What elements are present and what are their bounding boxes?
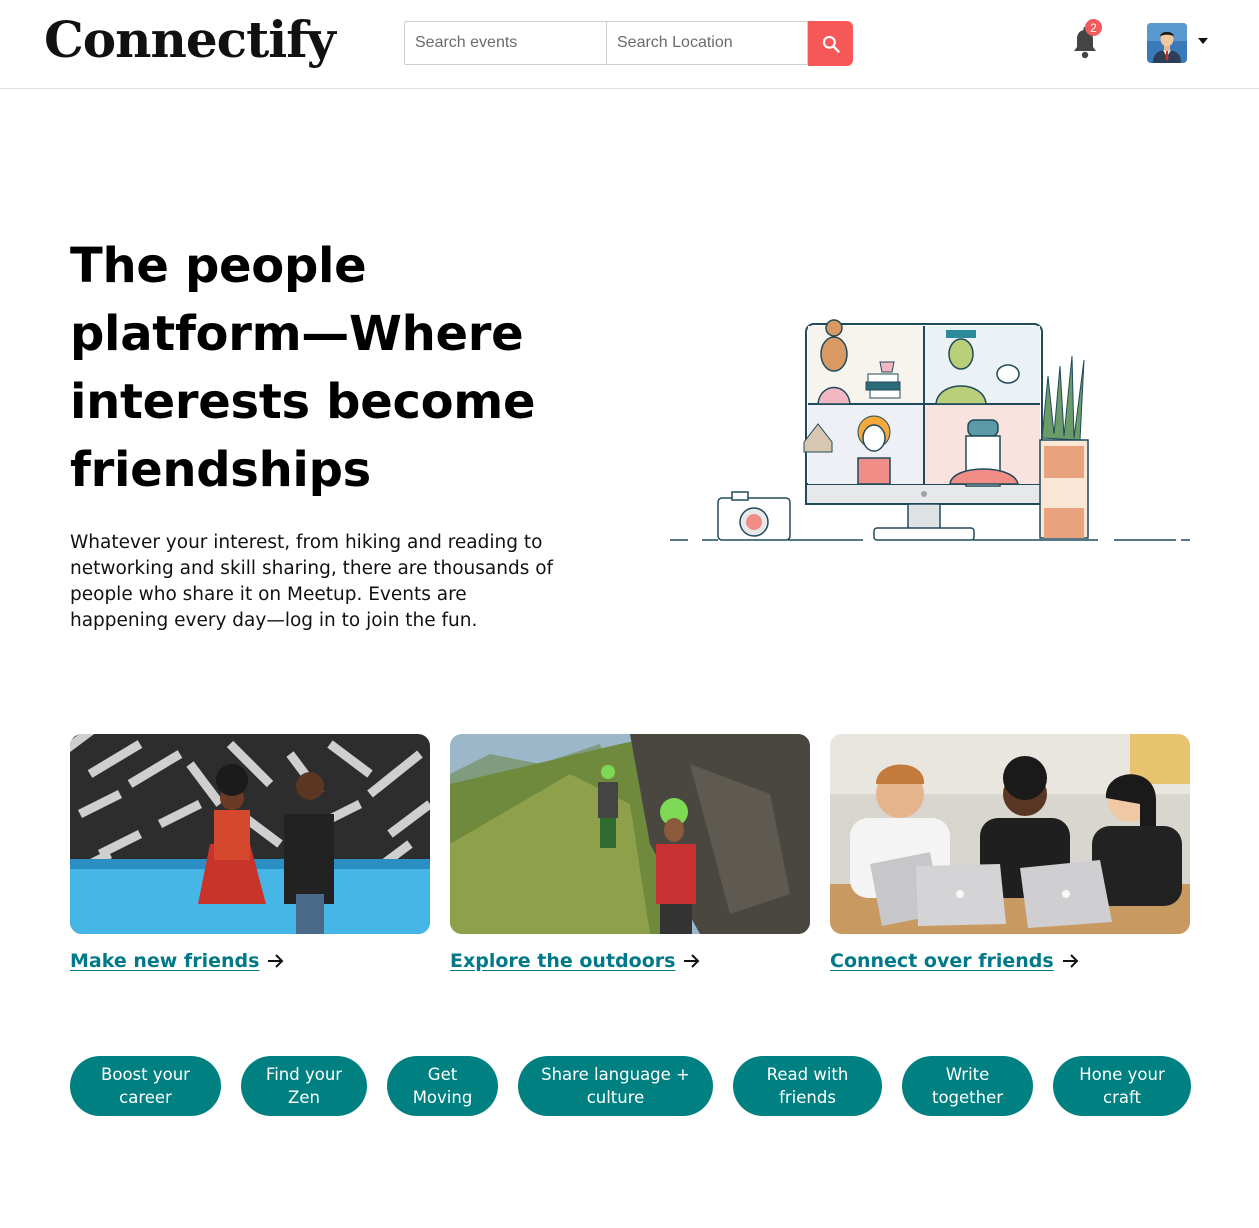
card-explore-outdoors: Explore the outdoors [450, 734, 810, 972]
card-connect: Connect over friends [830, 734, 1190, 972]
pill-line-1: Boost your [101, 1065, 190, 1084]
pill-line-2: Moving [412, 1088, 473, 1107]
category-find-zen[interactable]: Find your Zen [241, 1056, 367, 1116]
category-share-language[interactable]: Share language + culture [518, 1056, 713, 1116]
search-button[interactable] [808, 21, 853, 66]
user-avatar[interactable] [1147, 23, 1187, 63]
arrow-right-icon [267, 953, 285, 969]
pill-line-1: Get [427, 1065, 458, 1084]
notification-badge: 2 [1085, 19, 1102, 36]
search-icon [822, 35, 840, 53]
pill-line-2: Zen [288, 1088, 320, 1107]
pill-line-1: Hone your [1079, 1065, 1165, 1084]
card-link-label: Connect over friends [830, 950, 1054, 972]
pill-line-2: craft [1103, 1088, 1141, 1107]
pill-line-2: friends [779, 1088, 836, 1107]
card-make-friends: Make new friends [70, 734, 430, 972]
category-read-with-friends[interactable]: Read with friends [733, 1056, 882, 1116]
pill-line-1: Read with [766, 1065, 849, 1084]
top-navbar: Connectify 2 [0, 0, 1259, 89]
caret-down-icon[interactable] [1198, 38, 1208, 44]
search-location-input[interactable] [606, 21, 808, 65]
video-call-illustration [670, 319, 1190, 541]
hero-title: The people platform—Where interests beco… [70, 238, 536, 498]
pill-line-1: Write [945, 1065, 990, 1084]
laptops-photo [830, 734, 1190, 934]
connect-over-friends-link[interactable]: Connect over friends [830, 950, 1080, 972]
category-write-together[interactable]: Write together [902, 1056, 1033, 1116]
friends-photo [70, 734, 430, 934]
card-link-label: Explore the outdoors [450, 950, 676, 972]
pill-line-2: together [931, 1088, 1004, 1107]
make-new-friends-link[interactable]: Make new friends [70, 950, 285, 972]
category-get-moving[interactable]: Get Moving [387, 1056, 498, 1116]
search-events-input[interactable] [404, 21, 606, 65]
hero-description: Whatever your interest, from hiking and … [70, 532, 554, 631]
explore-outdoors-link[interactable]: Explore the outdoors [450, 950, 701, 972]
card-link-label: Make new friends [70, 950, 260, 972]
arrow-right-icon [1062, 953, 1080, 969]
pill-line-2: culture [586, 1088, 645, 1107]
pill-line-1: Share language + [541, 1065, 690, 1084]
category-hone-craft[interactable]: Hone your craft [1053, 1056, 1191, 1116]
category-boost-career[interactable]: Boost your career [70, 1056, 221, 1116]
pill-line-1: Find your [265, 1065, 343, 1084]
arrow-right-icon [683, 953, 701, 969]
outdoors-photo [450, 734, 810, 934]
site-logo[interactable]: Connectify [44, 10, 336, 70]
pill-line-2: career [119, 1088, 172, 1107]
